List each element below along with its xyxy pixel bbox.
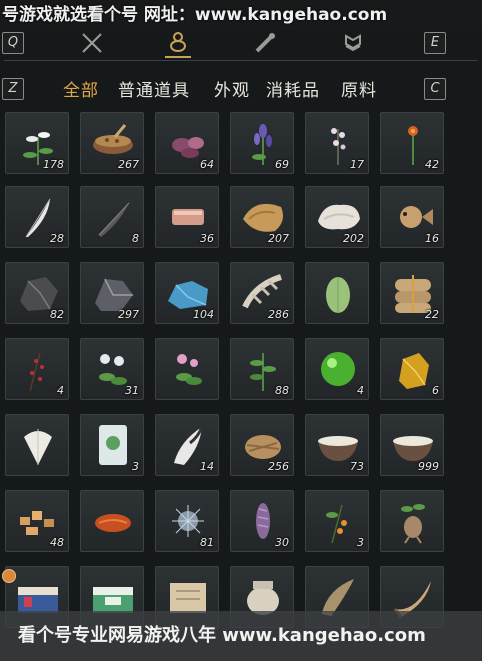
pink-flower-herb-icon <box>176 354 202 385</box>
key-z-hint[interactable]: Z <box>2 78 24 100</box>
item-count: 4 <box>57 384 64 397</box>
inventory-slot[interactable] <box>80 490 144 552</box>
item-count: 36 <box>200 232 214 245</box>
item-count: 16 <box>425 232 439 245</box>
item-count: 69 <box>275 158 289 171</box>
item-count: 4 <box>357 384 364 397</box>
item-count: 256 <box>268 460 289 473</box>
gourd-icon[interactable] <box>165 28 191 54</box>
inventory-slot[interactable]: 81 <box>155 490 219 552</box>
inventory-slot[interactable]: 286 <box>230 262 294 324</box>
white-fan-flower-icon <box>24 429 52 465</box>
inventory-slot[interactable] <box>155 338 219 400</box>
inventory-slot[interactable]: 207 <box>230 186 294 248</box>
item-count: 3 <box>357 536 364 549</box>
item-count: 178 <box>43 158 64 171</box>
inventory-slot[interactable]: 30 <box>230 490 294 552</box>
watermark-top: 号游戏就选看个号 网址：www.kangehao.com <box>0 0 482 30</box>
tab-common-items[interactable]: 普通道具 <box>118 76 190 101</box>
key-q-hint[interactable]: Q <box>2 32 24 54</box>
inventory-slot[interactable]: 42 <box>380 112 444 174</box>
item-count: 30 <box>275 536 289 549</box>
item-count: 73 <box>350 460 364 473</box>
inventory-slot[interactable]: 22 <box>380 262 444 324</box>
item-count: 28 <box>50 232 64 245</box>
item-count: 6 <box>432 384 439 397</box>
inventory-slot[interactable]: 88 <box>230 338 294 400</box>
item-count: 42 <box>425 158 439 171</box>
tab-appearance[interactable]: 外观 <box>214 76 250 101</box>
tab-materials[interactable]: 原料 <box>341 76 377 101</box>
tab-consumables[interactable]: 消耗品 <box>266 76 320 101</box>
inventory-slot[interactable] <box>5 414 69 476</box>
inventory-slot[interactable] <box>380 490 444 552</box>
key-c-hint[interactable]: C <box>424 78 446 100</box>
inventory-slot[interactable]: 4 <box>305 338 369 400</box>
clock-icon <box>2 569 16 583</box>
inventory-slot[interactable]: 8 <box>80 186 144 248</box>
item-count: 202 <box>343 232 364 245</box>
item-count: 22 <box>425 308 439 321</box>
inventory-slot[interactable]: 999 <box>380 414 444 476</box>
inventory-slot[interactable]: 256 <box>230 414 294 476</box>
inventory-slot[interactable]: 28 <box>5 186 69 248</box>
filter-tabs: Z 全部 普通道具 外观 消耗品 原料 C <box>0 72 482 106</box>
item-count: 104 <box>193 308 214 321</box>
item-count: 17 <box>350 158 364 171</box>
inventory-slot[interactable]: 69 <box>230 112 294 174</box>
inventory-slot[interactable]: 104 <box>155 262 219 324</box>
item-count: 999 <box>418 460 439 473</box>
inventory-slot[interactable]: 48 <box>5 490 69 552</box>
item-count: 81 <box>200 536 214 549</box>
item-count: 88 <box>275 384 289 397</box>
inventory-slot[interactable]: 3 <box>305 490 369 552</box>
item-count: 297 <box>118 308 139 321</box>
key-e-hint[interactable]: E <box>424 32 446 54</box>
item-count: 64 <box>200 158 214 171</box>
item-count: 14 <box>200 460 214 473</box>
inventory-slot[interactable]: 82 <box>5 262 69 324</box>
item-count: 207 <box>268 232 289 245</box>
item-count: 267 <box>118 158 139 171</box>
mandrake-root-icon <box>401 504 425 544</box>
inventory-slot[interactable]: 297 <box>80 262 144 324</box>
inventory-slot[interactable]: 17 <box>305 112 369 174</box>
item-count: 31 <box>125 384 139 397</box>
scroll-icon[interactable] <box>252 30 278 56</box>
item-count: 82 <box>50 308 64 321</box>
red-shell-icon <box>95 514 131 532</box>
item-count: 3 <box>132 460 139 473</box>
inventory-slot[interactable]: 6 <box>380 338 444 400</box>
inventory-slot[interactable]: 3 <box>80 414 144 476</box>
gourd-melon-icon <box>326 277 350 313</box>
item-count: 48 <box>50 536 64 549</box>
active-category-indicator <box>165 56 191 58</box>
inventory-slot[interactable]: 14 <box>155 414 219 476</box>
inventory-slot[interactable]: 178 <box>5 112 69 174</box>
inventory-slot[interactable]: 36 <box>155 186 219 248</box>
inventory-slot[interactable]: 31 <box>80 338 144 400</box>
armor-icon[interactable] <box>340 30 366 56</box>
inventory-slot[interactable]: 64 <box>155 112 219 174</box>
inventory-slot[interactable]: 4 <box>5 338 69 400</box>
inventory-slot[interactable] <box>305 262 369 324</box>
watermark-bottom: 看个号专业网易游戏八年 www.kangehao.com <box>0 611 482 661</box>
item-count: 286 <box>268 308 289 321</box>
inventory-slot[interactable]: 267 <box>80 112 144 174</box>
inventory-slot[interactable]: 16 <box>380 186 444 248</box>
inventory-slot[interactable]: 73 <box>305 414 369 476</box>
tab-all[interactable]: 全部 <box>63 76 99 101</box>
divider <box>4 60 478 61</box>
swords-icon[interactable] <box>79 30 105 56</box>
item-count: 8 <box>132 232 139 245</box>
inventory-slot[interactable]: 202 <box>305 186 369 248</box>
